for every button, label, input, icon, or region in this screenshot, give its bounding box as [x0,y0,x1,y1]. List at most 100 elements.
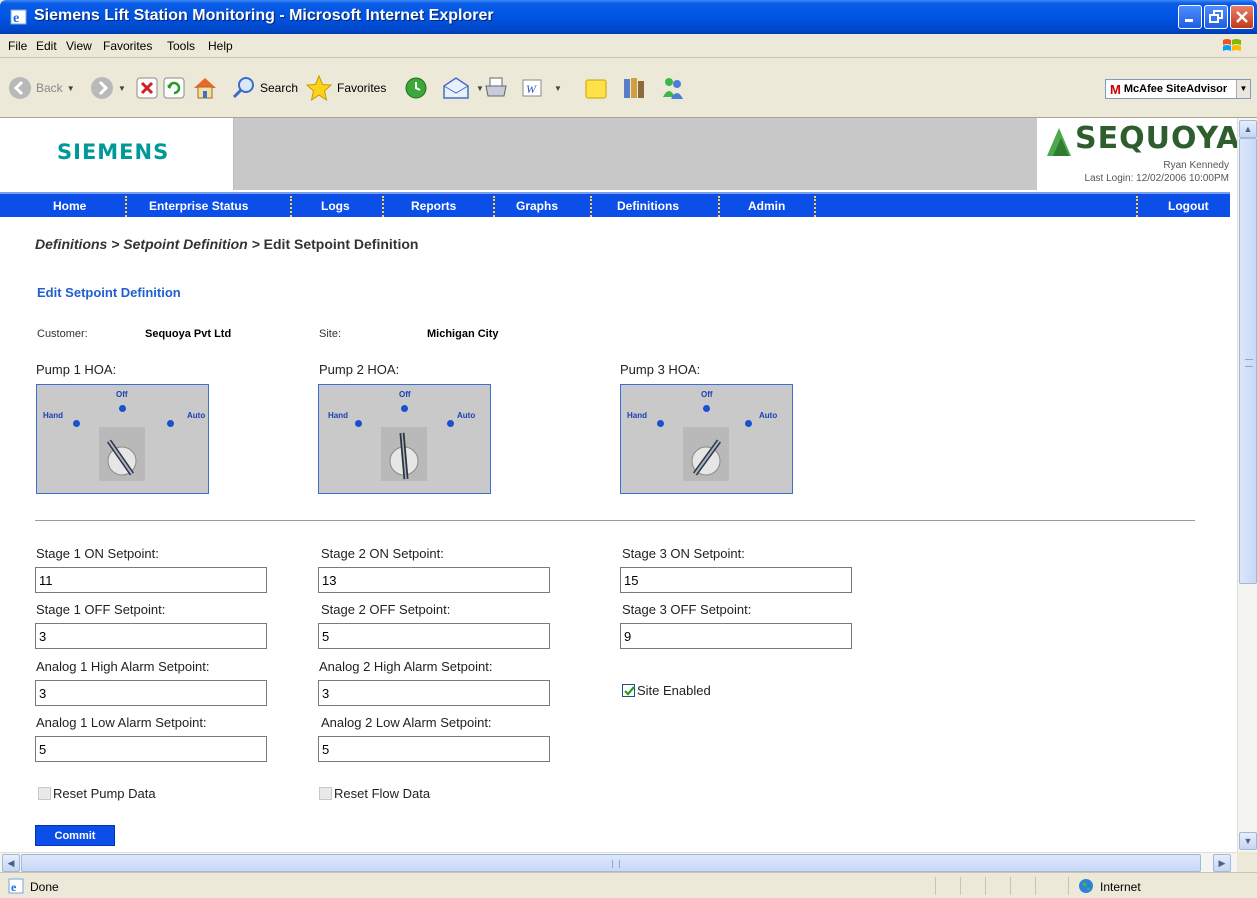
pump1-hoa-switch[interactable]: Hand Off Auto [36,384,209,494]
menu-tools[interactable]: Tools [167,39,195,53]
reset-pump-data-checkbox[interactable]: Reset Pump Data [38,786,156,801]
minimize-button[interactable] [1178,5,1202,29]
vertical-scrollbar[interactable]: ▲ ▼ [1237,118,1257,852]
menu-file[interactable]: File [8,39,27,53]
stop-button[interactable] [136,72,158,104]
stage3-off-input[interactable] [620,623,852,649]
svg-text:W: W [526,82,537,96]
menu-favorites[interactable]: Favorites [103,39,152,53]
nav-enterprise-status[interactable]: Enterprise Status [149,199,248,213]
stage1-on-input[interactable] [35,567,267,593]
reset-flow-data-checkbox[interactable]: Reset Flow Data [319,786,430,801]
stop-icon [136,77,158,99]
stage1-off-input[interactable] [35,623,267,649]
scroll-up-button[interactable]: ▲ [1239,120,1257,138]
favorites-button[interactable]: Favorites [305,72,386,104]
svg-text:e: e [13,11,19,26]
pump3-hoa-label: Pump 3 HOA: [620,362,701,377]
stage2-off-label: Stage 2 OFF Setpoint: [321,602,451,617]
nav-logout[interactable]: Logout [1168,199,1209,213]
word-icon: W [522,79,542,97]
restore-icon [1209,10,1223,23]
commit-button[interactable]: Commit [35,825,115,846]
main-navigation: Home Enterprise Status Logs Reports Grap… [0,192,1230,217]
edit-word-button[interactable]: W ▼ [522,72,562,104]
horizontal-scrollbar[interactable]: ◀ ▶ [0,852,1237,872]
menu-bar: File Edit View Favorites Tools Help [0,34,1257,58]
customer-value: Sequoya Pvt Ltd [145,328,232,340]
selector-knob-icon [683,427,729,481]
site-label: Site: [319,328,342,340]
siemens-logo: SIEMENS [57,140,170,164]
search-icon [232,77,254,99]
nav-admin[interactable]: Admin [748,199,785,213]
stage3-on-label: Stage 3 ON Setpoint: [622,546,745,561]
vertical-scroll-thumb[interactable] [1239,138,1257,584]
pump1-hoa-label: Pump 1 HOA: [36,362,117,377]
forward-button[interactable]: ▼ [90,72,126,104]
window-title: Siemens Lift Station Monitoring - Micros… [34,7,494,24]
history-icon [405,77,427,99]
research-button[interactable] [621,72,647,104]
breadcrumb-current: Edit Setpoint Definition [263,236,419,252]
mcafee-siteadvisor-button[interactable]: M McAfee SiteAdvisor ▼ [1105,79,1251,99]
search-button[interactable]: Search [232,72,298,104]
site-enabled-checkbox[interactable]: Site Enabled [622,683,711,698]
back-dropdown-icon[interactable]: ▼ [67,84,75,93]
nav-logs[interactable]: Logs [321,199,350,213]
restore-button[interactable] [1204,5,1228,29]
horizontal-scroll-thumb[interactable] [21,854,1201,872]
selector-knob-icon [381,427,427,481]
print-button[interactable] [484,72,508,104]
window-title-bar[interactable]: e Siemens Lift Station Monitoring - Micr… [0,0,1257,34]
close-icon [1236,11,1248,23]
minimize-icon [1185,19,1193,22]
home-button[interactable] [192,72,218,104]
windows-logo-icon [1223,39,1241,51]
stage3-on-input[interactable] [620,567,852,593]
nav-definitions[interactable]: Definitions [617,199,679,213]
pump2-hoa-label: Pump 2 HOA: [319,362,400,377]
partner-logo-box: SEQUOYA Ryan Kennedy Last Login: 12/02/2… [1037,118,1241,190]
menu-view[interactable]: View [66,39,92,53]
stage1-off-label: Stage 1 OFF Setpoint: [36,602,166,617]
customer-label: Customer: [37,328,88,340]
forward-arrow-icon [91,77,113,99]
back-button[interactable]: Back ▼ [8,72,75,104]
stage2-off-input[interactable] [318,623,550,649]
discuss-button[interactable] [584,72,608,104]
close-button[interactable] [1230,5,1254,29]
stage2-on-input[interactable] [318,567,550,593]
history-button[interactable] [404,72,428,104]
analog1-high-label: Analog 1 High Alarm Setpoint: [36,659,210,674]
pump3-hoa-switch[interactable]: Hand Off Auto [620,384,793,494]
analog2-low-input[interactable] [318,736,550,762]
mcafee-dropdown-icon[interactable]: ▼ [1236,80,1250,98]
breadcrumb-path[interactable]: Definitions > Setpoint Definition > [35,236,260,252]
analog1-high-input[interactable] [35,680,267,706]
sequoya-logo: SEQUOYA [1075,121,1241,156]
nav-home[interactable]: Home [53,199,86,213]
analog2-low-label: Analog 2 Low Alarm Setpoint: [321,715,492,730]
stage2-on-label: Stage 2 ON Setpoint: [321,546,444,561]
scroll-left-button[interactable]: ◀ [2,854,20,872]
refresh-button[interactable] [163,72,185,104]
favorites-star-icon [305,74,333,102]
mail-button[interactable]: ▼ [442,72,484,104]
pump2-hoa-switch[interactable]: Hand Off Auto [318,384,491,494]
analog2-high-input[interactable] [318,680,550,706]
note-icon [585,79,607,99]
analog1-low-input[interactable] [35,736,267,762]
scroll-down-button[interactable]: ▼ [1239,832,1257,850]
menu-help[interactable]: Help [208,39,233,53]
page-title: Edit Setpoint Definition [37,285,181,300]
menu-edit[interactable]: Edit [36,39,57,53]
nav-graphs[interactable]: Graphs [516,199,558,213]
last-login: Last Login: 12/02/2006 10:00PM [1084,173,1229,184]
scroll-right-button[interactable]: ▶ [1213,854,1231,872]
messenger-button[interactable] [660,72,686,104]
browser-toolbar: Back ▼ ▼ Search Favorites ▼ W ▼ M McAfee… [0,58,1257,118]
print-icon [485,77,507,97]
nav-reports[interactable]: Reports [411,199,456,213]
svg-text:e: e [11,880,17,894]
